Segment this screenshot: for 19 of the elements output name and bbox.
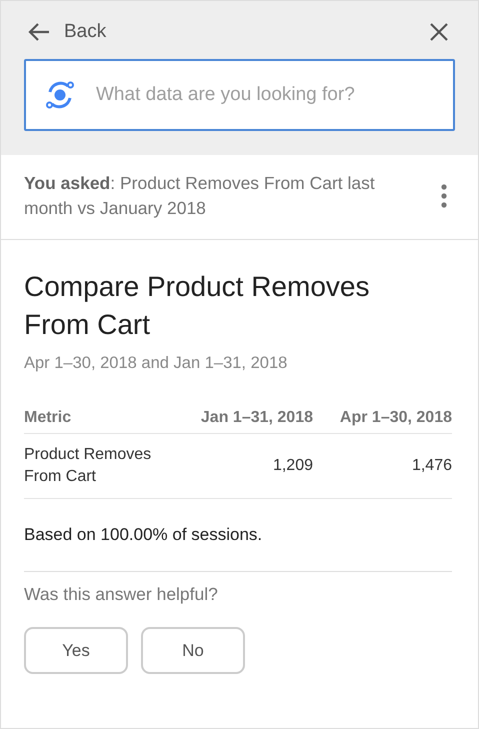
date-range: Apr 1–30, 2018 and Jan 1–31, 2018	[24, 354, 288, 373]
column-header: Jan 1–31, 2018	[174, 409, 313, 434]
feedback-prompt: Was this answer helpful?	[24, 584, 219, 605]
answer-title: Compare Product Removes From Cart	[24, 270, 370, 342]
more-icon	[441, 184, 447, 208]
feedback-button[interactable]: No	[141, 627, 245, 674]
table-cell: Product Removes From Cart	[24, 434, 174, 498]
feedback-button[interactable]: Yes	[24, 627, 128, 674]
column-header: Metric	[24, 409, 174, 434]
sessions-note: Based on 100.00% of sessions.	[24, 525, 452, 572]
orbit-icon	[44, 79, 76, 111]
table-cell: 1,476	[313, 434, 452, 498]
back-arrow-icon	[28, 22, 50, 42]
search-field[interactable]: What data are you looking for?	[24, 59, 455, 131]
table-cell: 1,209	[174, 434, 313, 498]
close-icon	[429, 22, 449, 42]
column-header: Apr 1–30, 2018	[313, 409, 452, 434]
question-text: You asked: Product Removes From Cart last month vs January 2018	[24, 172, 376, 220]
back-button[interactable]: Back	[24, 21, 106, 43]
